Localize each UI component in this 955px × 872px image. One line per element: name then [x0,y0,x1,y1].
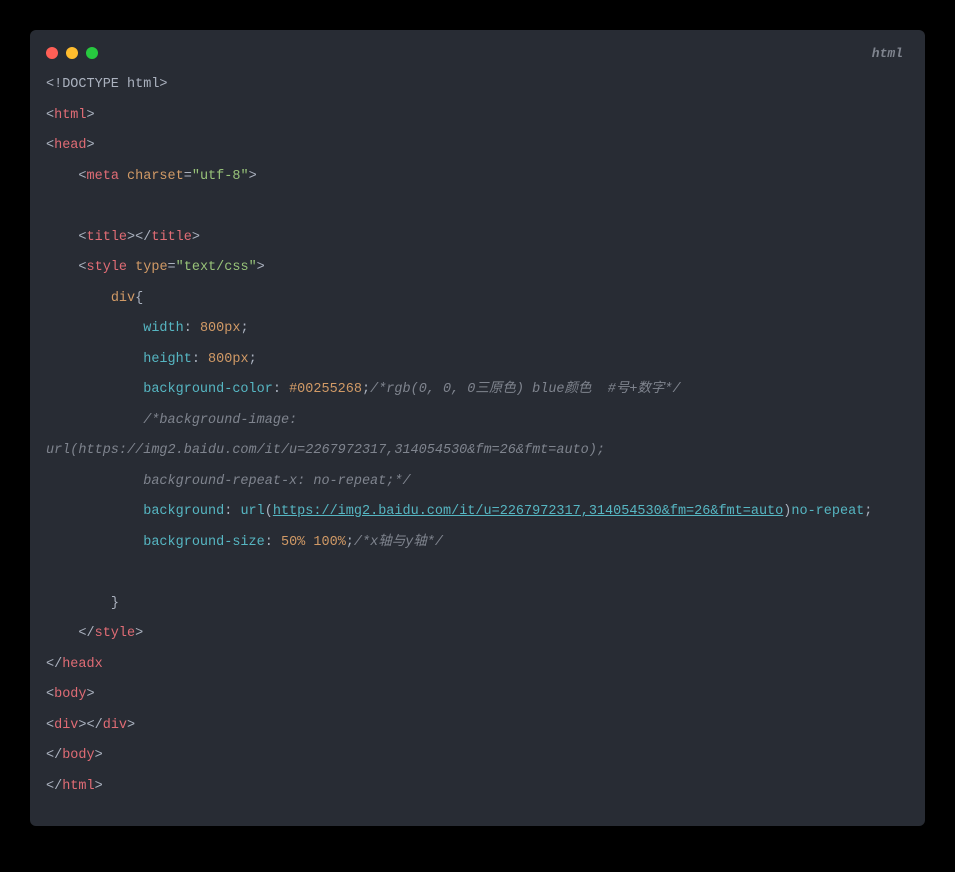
func-url: url [240,504,264,519]
tag-style-close: style [95,626,136,641]
semicolon: ; [346,535,354,550]
angle-close: > [257,260,265,275]
comment-bgimg-url: url(https://img2.baidu.com/it/u=22679723… [46,443,605,458]
colon: : [184,321,192,336]
angle-open-slash: </ [46,657,62,672]
semicolon: ; [249,352,257,367]
hex-bgcolor: #00255268 [289,382,362,397]
angle-close: > [127,230,135,245]
tag-title-close: title [151,230,192,245]
num-50: 50% [281,535,305,550]
semicolon: ; [864,504,872,519]
angle-open: < [46,718,54,733]
val-utf8: "utf-8" [192,169,249,184]
num-800-width: 800px [200,321,241,336]
angle-close: > [87,108,95,123]
colon: : [273,382,281,397]
tag-div-open: div [54,718,78,733]
angle-close: > [95,748,103,763]
num-100: 100% [313,535,345,550]
attr-charset: charset [127,169,184,184]
semicolon: ; [362,382,370,397]
angle-open: < [78,230,86,245]
equals: = [168,260,176,275]
tag-meta: meta [87,169,119,184]
angle-open: < [78,169,86,184]
tag-html-open: html [54,108,86,123]
selector-div: div [111,291,135,306]
prop-width: width [143,321,184,336]
comment-bgrepeat: background-repeat-x: no-repeat;*/ [143,474,410,489]
prop-bgsize: background-size [143,535,265,550]
angle-close: > [249,169,257,184]
code-window: html <!DOCTYPE html> <html> <head> <meta… [30,30,925,826]
angle-open: < [46,138,54,153]
maximize-icon[interactable] [86,47,98,59]
window-titlebar: html [30,30,925,64]
colon: : [265,535,273,550]
code-block[interactable]: <!DOCTYPE html> <html> <head> <meta char… [30,64,925,826]
colon: : [192,352,200,367]
tag-html-close: html [62,779,94,794]
doctype-text: <!DOCTYPE html> [46,77,168,92]
tag-body-open: body [54,687,86,702]
angle-open-slash: </ [78,626,94,641]
angle-open: < [78,260,86,275]
tag-body-close: body [62,748,94,763]
num-800-height: 800px [208,352,249,367]
angle-open-slash: </ [46,748,62,763]
angle-open: < [46,687,54,702]
angle-open: < [46,108,54,123]
tag-title-open: title [87,230,128,245]
prop-bg: background [143,504,224,519]
tag-head-open: head [54,138,86,153]
angle-close: > [95,779,103,794]
window-controls [46,47,98,59]
tag-headx-close: headx [62,657,103,672]
tag-style-open: style [87,260,128,275]
angle-open-slash: </ [46,779,62,794]
angle-close: > [78,718,86,733]
prop-height: height [143,352,192,367]
language-label: html [872,46,909,61]
val-textcss: "text/css" [176,260,257,275]
paren-open: ( [265,504,273,519]
angle-open-slash: </ [135,230,151,245]
angle-close: > [87,687,95,702]
brace-close: } [111,596,119,611]
angle-open-slash: </ [87,718,103,733]
comment-xy: /*x轴与y轴*/ [354,535,443,550]
semicolon: ; [240,321,248,336]
close-icon[interactable] [46,47,58,59]
comment-bgimg-start: /*background-image: [143,413,297,428]
prop-bgcolor: background-color [143,382,273,397]
angle-close: > [87,138,95,153]
val-norepeat: no-repeat [791,504,864,519]
colon: : [224,504,232,519]
angle-close: > [135,626,143,641]
tag-div-close: div [103,718,127,733]
equals: = [184,169,192,184]
angle-close: > [192,230,200,245]
angle-close: > [127,718,135,733]
attr-type: type [135,260,167,275]
minimize-icon[interactable] [66,47,78,59]
url-value: https://img2.baidu.com/it/u=2267972317,3… [273,504,783,519]
comment-bgcolor: /*rgb(0, 0, 0三原色) blue颜色 #号+数字*/ [370,382,681,397]
brace-open: { [135,291,143,306]
